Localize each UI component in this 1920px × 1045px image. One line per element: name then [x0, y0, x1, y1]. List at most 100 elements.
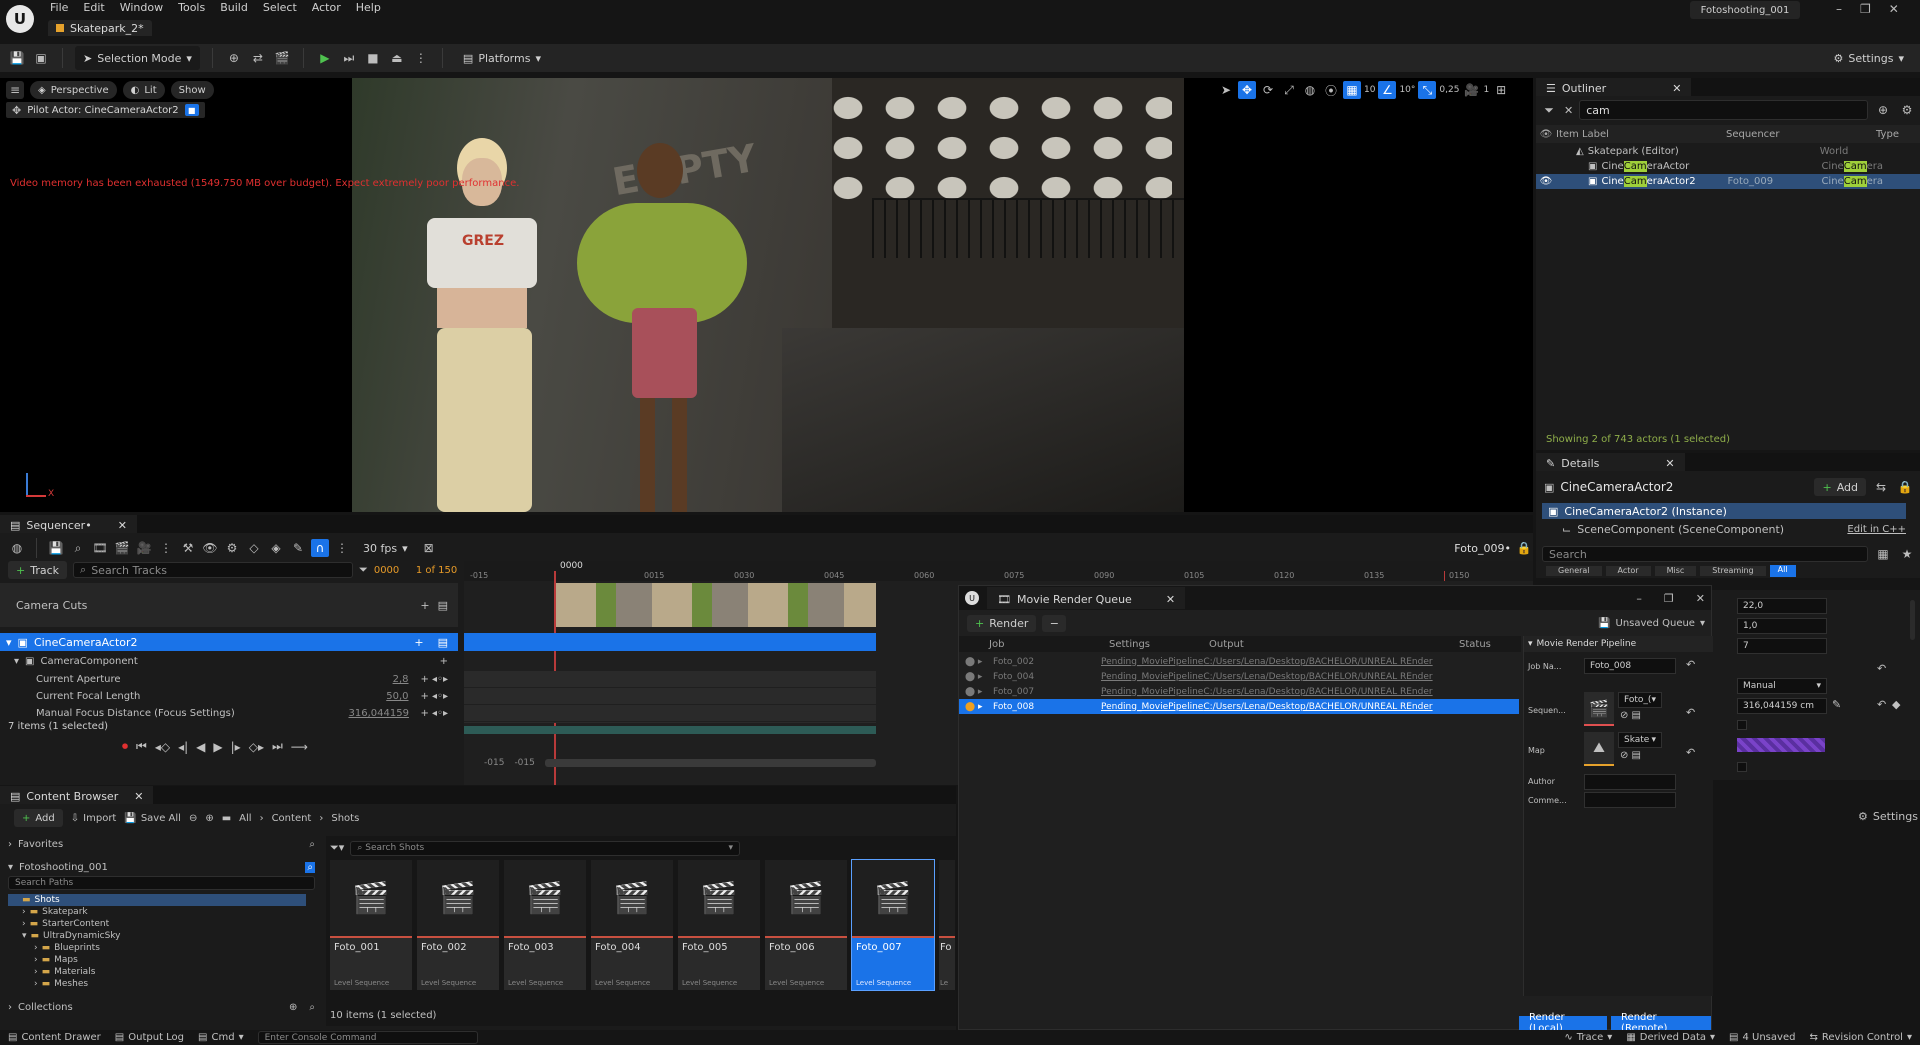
play-icon[interactable]: ▶	[213, 740, 222, 754]
render-icon[interactable]: 🎞	[91, 539, 109, 557]
clear-search-icon[interactable]: ✕	[1564, 104, 1573, 117]
console-input[interactable]: Enter Console Command	[257, 1031, 478, 1044]
project-section[interactable]: ▾ Fotoshooting_001 ⌕	[8, 858, 315, 876]
edit-icon[interactable]: ✎	[289, 539, 307, 557]
save-sequence-icon[interactable]: 💾	[47, 539, 65, 557]
focus-method-select[interactable]: Manual ▾	[1737, 678, 1827, 694]
show-button[interactable]: Show	[170, 81, 214, 99]
menu-help[interactable]: Help	[356, 1, 381, 14]
track-options-icon[interactable]: ▤	[438, 599, 448, 612]
browse-icon[interactable]: ⊘ ▤	[1620, 710, 1641, 721]
details-tab[interactable]: ✎ Details ✕	[1536, 453, 1685, 471]
grid-view-icon[interactable]: ▦	[1874, 545, 1892, 563]
key-icon[interactable]: ◆	[1892, 698, 1900, 711]
revision-control-button[interactable]: ⇆ Revision Control ▾	[1809, 1032, 1912, 1043]
output-log-button[interactable]: ▤ Output Log	[115, 1032, 184, 1043]
next-frame-icon[interactable]: |▸	[231, 740, 241, 754]
reset-icon[interactable]: ↶	[1686, 706, 1695, 719]
details-scrollbar[interactable]	[1910, 600, 1915, 640]
add-content-button[interactable]: + Add	[14, 809, 63, 827]
eyedropper-icon[interactable]: ✎	[1832, 698, 1841, 711]
reverse-play-icon[interactable]: ◀	[196, 740, 205, 754]
scale-icon[interactable]: ⤢	[1280, 81, 1298, 99]
folder-shots[interactable]: ▬ Shots	[8, 894, 306, 906]
more-options-icon[interactable]: ⋮	[157, 539, 175, 557]
outliner-row-camera-2[interactable]: 👁 ▣ CineCameraActor2 Foto_009 CineCamera	[1536, 174, 1920, 189]
col-item-label[interactable]: Item Label	[1556, 129, 1716, 140]
visibility-col-icon[interactable]: 👁	[1536, 129, 1556, 140]
track-camera-cuts[interactable]: Camera Cuts + ▤	[0, 583, 458, 627]
save-all-button[interactable]: 💾 Save All	[124, 813, 181, 824]
import-button[interactable]: ⇩ Import	[71, 813, 117, 824]
mrq-tab[interactable]: 🎞 Movie Render Queue ✕	[987, 587, 1186, 609]
folder-meshes[interactable]: › ▬ Meshes	[8, 978, 315, 990]
blueprint-icon[interactable]: ⇆	[1872, 478, 1890, 496]
asset-tile[interactable]: 🎬 Foto_003 Level Sequence	[504, 860, 586, 990]
layout-icon[interactable]: ⊞	[1492, 81, 1510, 99]
prev-key-icon[interactable]: ◂◇	[155, 740, 170, 754]
angle-snap-icon[interactable]: ∠	[1378, 81, 1397, 99]
asset-tile[interactable]: 🎬 Foto_006 Level Sequence	[765, 860, 847, 990]
mrq-job-row[interactable]: ⬤ ▸ Foto_004 Pending_MoviePipeline C:/Use…	[959, 669, 1521, 684]
record-icon[interactable]: ⏺	[122, 739, 128, 754]
track-options-icon[interactable]: ▤	[438, 636, 448, 649]
play-icon[interactable]: ▶	[316, 49, 334, 67]
toggle-icon[interactable]: ⬤ ▸	[959, 702, 993, 712]
browse-icon[interactable]: ⊘ ▤	[1620, 750, 1641, 761]
outliner-row-camera-1[interactable]: ▣ CineCameraActor CineCamera	[1536, 159, 1920, 174]
render-remote-button[interactable]: Render (Remote)	[1611, 1012, 1711, 1034]
col-type[interactable]: Type	[1876, 129, 1899, 140]
add-icon[interactable]: +	[414, 636, 423, 649]
camera-actor-bar[interactable]	[464, 633, 876, 651]
grid-snap-icon[interactable]: ▦	[1343, 81, 1361, 99]
unsaved-queue-button[interactable]: 💾 Unsaved Queue ▾	[1598, 618, 1705, 629]
more-options-icon[interactable]: ⋮	[333, 539, 351, 557]
select-icon[interactable]: ➤	[1217, 81, 1235, 99]
advance-frame-icon[interactable]: ⏭	[340, 49, 358, 67]
rotate-icon[interactable]: ⟳	[1259, 81, 1277, 99]
maximize-icon[interactable]: ❐	[1860, 2, 1871, 16]
stop-icon[interactable]: ■	[364, 49, 382, 67]
content-drawer-button[interactable]: ▤ Content Drawer	[8, 1032, 101, 1043]
camera-speed-icon[interactable]: 🎥	[1462, 81, 1480, 99]
close-icon[interactable]: ✕	[134, 790, 143, 803]
instance-row[interactable]: ▣ CineCameraActor2 (Instance)	[1542, 503, 1906, 519]
remove-job-button[interactable]: −	[1042, 614, 1067, 632]
collections-section[interactable]: › Collections ⊕ ⌕	[8, 1000, 315, 1014]
col-sequencer[interactable]: Sequencer	[1716, 129, 1876, 140]
outliner-search-input[interactable]: cam	[1579, 100, 1868, 120]
track-prop-aperture[interactable]: Current Aperture 2,8 + ◂◦▸	[0, 671, 458, 688]
favorite-star-icon[interactable]: ★	[1898, 545, 1916, 563]
eject-icon[interactable]: ⏏	[388, 49, 406, 67]
breadcrumb-shots[interactable]: Shots	[331, 813, 359, 824]
unreal-logo-icon[interactable]: U	[6, 5, 34, 33]
clapper-icon[interactable]: 🎬	[113, 539, 131, 557]
mrq-job-row[interactable]: ⬤ ▸ Foto_002 Pending_MoviePipeline C:/Use…	[959, 654, 1521, 669]
folder-ultradynamicsky[interactable]: ▾ ▬ UltraDynamicSky	[8, 930, 315, 942]
menu-tools[interactable]: Tools	[178, 1, 205, 14]
search-shots-input[interactable]: ⌕ Search Shots ▾	[350, 840, 740, 856]
close-icon[interactable]: ✕	[118, 519, 127, 532]
author-field[interactable]	[1584, 774, 1676, 790]
mrq-job-row-selected[interactable]: ⬤ ▸ Foto_008 Pending_MoviePipeline C:/Use…	[959, 699, 1519, 714]
scale-snap-icon[interactable]: ⤡	[1418, 81, 1437, 99]
view-options-icon[interactable]: 👁	[201, 539, 219, 557]
menu-file[interactable]: File	[50, 1, 68, 14]
minimize-icon[interactable]: –	[1636, 592, 1642, 605]
platforms-button[interactable]: ▤ Platforms ▾	[455, 46, 549, 70]
bottom-settings-button[interactable]: ⚙ Settings	[1858, 810, 1918, 823]
add-icon[interactable]: +	[440, 656, 448, 667]
move-icon[interactable]: ✥	[1238, 81, 1256, 99]
eject-pilot-icon[interactable]: ■	[184, 104, 199, 116]
content-browser-tab[interactable]: ▤ Content Browser ✕	[0, 786, 154, 804]
maximize-icon[interactable]: ❐	[1664, 592, 1674, 605]
asset-tile[interactable]: 🎬 Foto_002 Level Sequence	[417, 860, 499, 990]
breadcrumb-content[interactable]: Content	[272, 813, 312, 824]
checkbox[interactable]	[1737, 720, 1747, 730]
search-tracks-input[interactable]: ⌕ Search Tracks	[73, 562, 354, 578]
trace-button[interactable]: ∿ Trace ▾	[1564, 1032, 1612, 1043]
camera-cuts-thumbnails[interactable]	[556, 583, 876, 627]
add-track-button[interactable]: + Track	[8, 561, 68, 579]
toggle-icon[interactable]: ⬤ ▸	[959, 672, 993, 682]
folder-maps[interactable]: › ▬ Maps	[8, 954, 315, 966]
